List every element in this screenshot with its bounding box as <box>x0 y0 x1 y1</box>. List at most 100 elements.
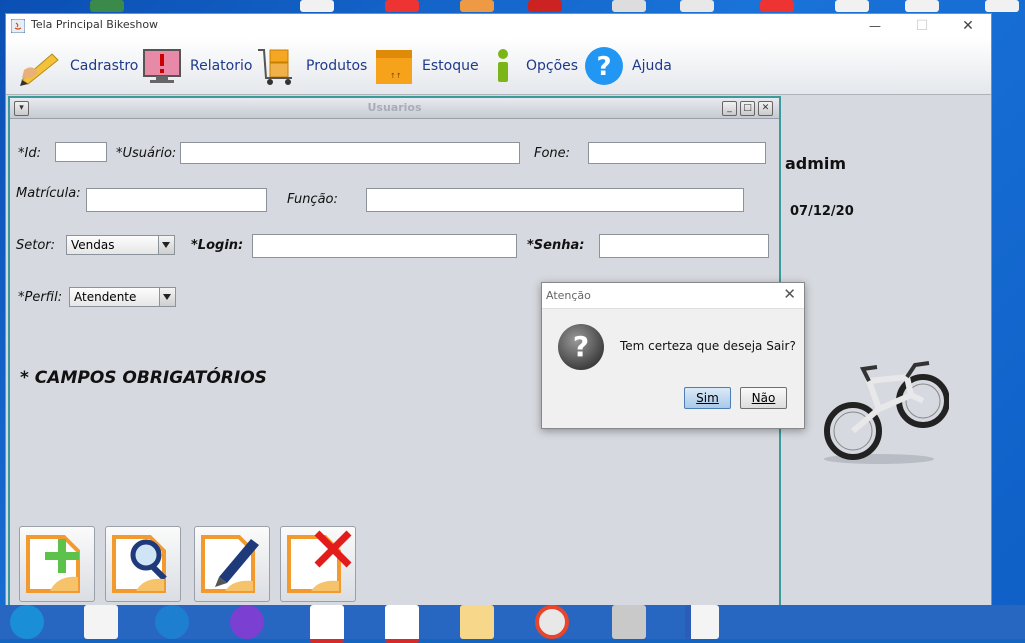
perfil-selected-value: Atendente <box>74 290 137 304</box>
menu-label: Cadrastro <box>70 58 139 74</box>
edit-icon <box>201 535 259 593</box>
label-senha: *Senha: <box>527 238 585 253</box>
java-app-icon <box>11 19 25 33</box>
label-funcao: Função: <box>287 192 338 207</box>
menu-label: Relatorio <box>190 58 253 74</box>
search-user-button[interactable] <box>105 526 181 602</box>
label-setor: Setor: <box>16 238 56 253</box>
desktop-icon[interactable] <box>528 0 562 12</box>
desktop-icon[interactable] <box>905 0 939 12</box>
iconify-button[interactable]: _ <box>722 101 737 116</box>
maximize-internal-button[interactable]: □ <box>740 101 755 116</box>
label-id: *Id: <box>18 146 41 161</box>
menu-label: Produtos <box>306 58 368 74</box>
svg-text:↑↑: ↑↑ <box>390 72 402 80</box>
label-fone: Fone: <box>534 146 571 161</box>
info-icon <box>498 49 508 82</box>
box-icon: ↑↑ <box>376 50 412 84</box>
menu-cadastro[interactable]: Cadrastro <box>18 46 138 86</box>
add-user-button[interactable] <box>19 526 95 602</box>
edge-icon[interactable] <box>10 605 44 639</box>
taskbar <box>0 605 1025 643</box>
menu-bar: Cadrastro Relatorio Produtos ↑↑ Estoque … <box>6 38 991 95</box>
delete-icon <box>287 530 352 593</box>
file-icon[interactable] <box>612 605 646 639</box>
bicycle-logo <box>824 361 949 464</box>
menu-label: Ajuda <box>632 58 672 74</box>
no-label: Não <box>751 391 776 405</box>
setor-select[interactable]: Vendas <box>66 235 175 255</box>
title-bar: Tela Principal Bikeshow — ☐ ✕ <box>6 14 991 38</box>
pdf-icon[interactable] <box>310 605 344 643</box>
label-usuario: *Usuário: <box>116 146 177 161</box>
yes-label: Sim <box>696 391 719 405</box>
edit-user-button[interactable] <box>194 526 270 602</box>
desktop-icon[interactable] <box>985 0 1019 12</box>
desktop-icon[interactable] <box>460 0 494 12</box>
confirm-dialog: Atenção ✕ ? Tem certeza que deseja Sair?… <box>541 282 805 429</box>
search-icon <box>112 535 167 593</box>
chrome-icon[interactable] <box>535 605 569 639</box>
menu-ajuda[interactable]: ? Ajuda <box>584 46 672 86</box>
internal-title: Usuarios <box>367 101 422 114</box>
setor-selected-value: Vendas <box>71 238 115 252</box>
label-perfil: *Perfil: <box>18 290 63 305</box>
main-window: Tela Principal Bikeshow — ☐ ✕ Cadrastro … <box>5 13 992 608</box>
svg-text:?: ? <box>573 330 589 363</box>
desktop-icon[interactable] <box>612 0 646 12</box>
menu-opcoes[interactable]: Opções <box>488 46 578 86</box>
minimize-button[interactable]: — <box>852 14 898 38</box>
label-login: *Login: <box>191 238 244 253</box>
monitor-alert-icon <box>143 49 181 83</box>
id-field[interactable] <box>55 142 107 162</box>
word-icon[interactable] <box>685 605 719 639</box>
browser-icon[interactable] <box>155 605 189 639</box>
close-internal-button[interactable]: ✕ <box>758 101 773 116</box>
pdf-icon[interactable] <box>385 605 419 643</box>
logged-user: admim <box>785 154 847 173</box>
required-fields-note: * CAMPOS OBRIGATÓRIOS <box>20 368 267 388</box>
dialog-title: Atenção <box>546 289 591 302</box>
matricula-field[interactable] <box>86 188 267 212</box>
fone-field[interactable] <box>588 142 766 164</box>
menu-relatorio[interactable]: Relatorio <box>142 46 252 86</box>
chevron-down-icon <box>158 236 174 254</box>
menu-produtos[interactable]: Produtos <box>256 46 367 86</box>
question-icon: ? <box>558 324 604 370</box>
login-field[interactable] <box>252 234 517 258</box>
doc-icon[interactable] <box>460 605 494 639</box>
desktop-icon[interactable] <box>90 0 124 12</box>
chevron-down-icon <box>159 288 175 306</box>
help-icon: ? <box>585 47 623 85</box>
close-button[interactable]: ✕ <box>945 14 991 38</box>
github-icon[interactable] <box>230 605 264 639</box>
desktop-icon[interactable] <box>385 0 419 12</box>
desktop-icon[interactable] <box>835 0 869 12</box>
menu-estoque[interactable]: ↑↑ Estoque <box>374 46 479 86</box>
file-icon[interactable] <box>84 605 118 639</box>
usuario-field[interactable] <box>180 142 520 164</box>
add-icon <box>26 535 80 593</box>
cart-icon <box>258 49 292 85</box>
yes-button[interactable]: Sim <box>684 387 731 409</box>
dialog-message: Tem certeza que deseja Sair? <box>620 339 796 353</box>
desktop-icon[interactable] <box>680 0 714 12</box>
label-matricula: Matrícula: <box>16 186 81 201</box>
svg-text:?: ? <box>596 52 611 82</box>
maximize-button[interactable]: ☐ <box>899 14 945 38</box>
current-date: 07/12/20 <box>790 204 854 219</box>
window-title: Tela Principal Bikeshow <box>31 18 159 31</box>
desktop-icon[interactable] <box>300 0 334 12</box>
desktop-icon[interactable] <box>760 0 794 12</box>
funcao-field[interactable] <box>366 188 744 212</box>
dialog-title-bar[interactable]: Atenção ✕ <box>542 283 804 309</box>
pencil-icon <box>20 53 59 86</box>
internal-title-bar[interactable]: ▾ Usuarios _ □ ✕ <box>10 98 779 119</box>
menu-label: Opções <box>526 58 579 74</box>
delete-user-button[interactable] <box>280 526 356 602</box>
senha-field[interactable] <box>599 234 769 258</box>
no-button[interactable]: Não <box>740 387 787 409</box>
menu-label: Estoque <box>422 58 479 74</box>
perfil-select[interactable]: Atendente <box>69 287 176 307</box>
dialog-close-button[interactable]: ✕ <box>783 285 796 303</box>
